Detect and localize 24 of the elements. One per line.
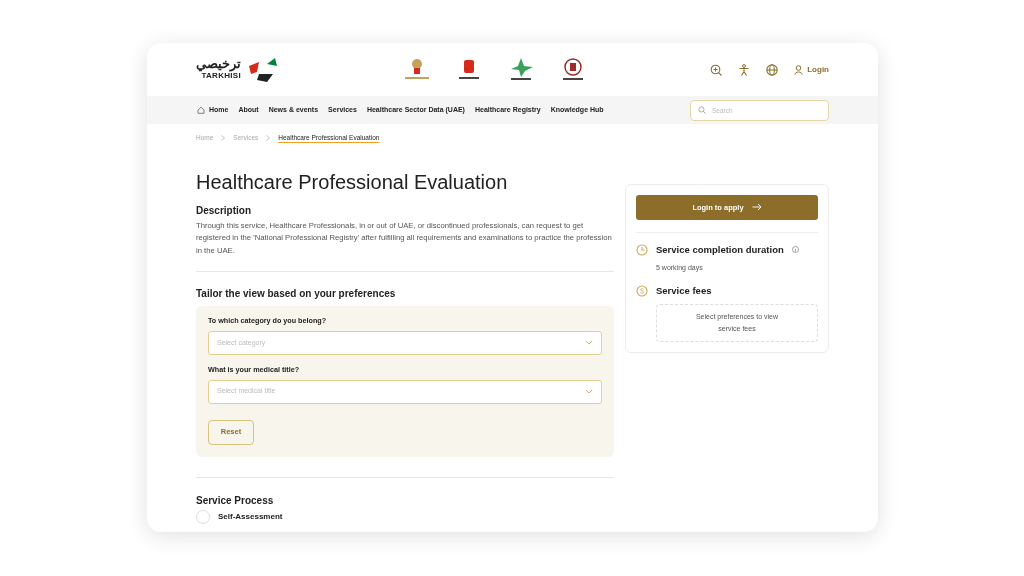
step-label: Self-Assessment xyxy=(218,510,283,523)
globe-icon[interactable] xyxy=(766,63,779,76)
chevron-down-icon xyxy=(585,389,593,395)
info-icon xyxy=(791,246,799,254)
section-heading: Service Process xyxy=(196,494,275,507)
section-heading: Description xyxy=(196,204,252,217)
accessibility-icon[interactable] xyxy=(738,63,751,76)
section-heading: Tailor the view based on your preferences xyxy=(196,287,397,300)
search-icon xyxy=(698,106,706,114)
arrow-right-icon xyxy=(751,203,762,212)
user-icon xyxy=(794,64,804,75)
home-icon xyxy=(197,106,205,114)
page-title: Healthcare Professional Evaluation xyxy=(196,171,509,192)
info-heading: Service completion duration xyxy=(656,242,784,257)
chevron-down-icon xyxy=(585,340,593,346)
coin-icon xyxy=(636,284,648,297)
login-button[interactable]: Login xyxy=(794,63,829,76)
zoom-in-icon[interactable] xyxy=(710,63,723,76)
brand-name: TARKHISI xyxy=(201,71,241,82)
brand-arabic-name: ترخيصي xyxy=(196,57,241,70)
clock-icon xyxy=(636,243,648,256)
chevron-right-icon xyxy=(221,134,226,141)
info-heading: Service fees xyxy=(656,283,712,298)
chevron-right-icon xyxy=(266,134,271,141)
